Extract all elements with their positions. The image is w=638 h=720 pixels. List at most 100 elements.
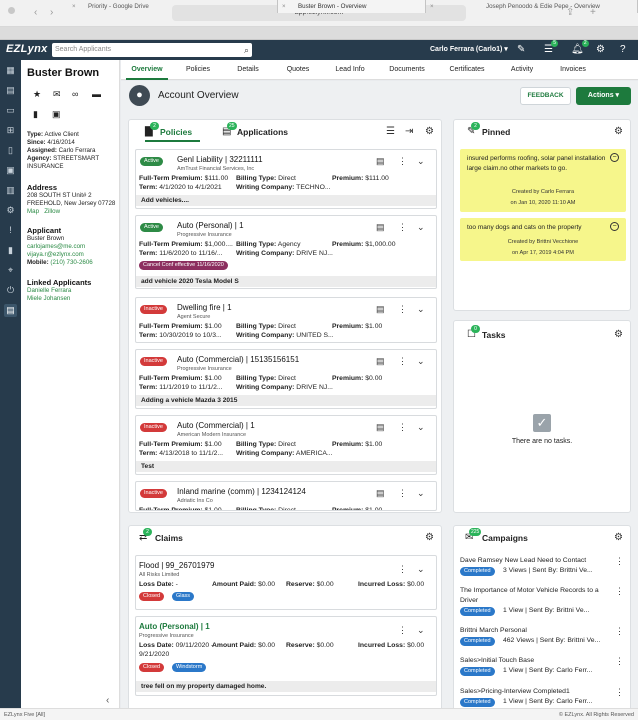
settings-icon[interactable]: ⚙ — [4, 204, 17, 217]
browser-tab-active[interactable]: × Buster Brown - Overview — [278, 0, 426, 13]
magic-wand-icon[interactable]: ✎ — [517, 43, 525, 57]
location-icon[interactable]: ⌖ — [4, 264, 17, 277]
star-icon[interactable]: ★ — [33, 89, 41, 100]
dashboard-icon[interactable]: ▦ — [4, 64, 17, 77]
actions-button[interactable]: Actions ▾ — [576, 87, 631, 105]
email-link[interactable]: carlojames@me.com — [27, 243, 119, 251]
unpin-icon[interactable]: − — [610, 153, 619, 162]
tab-documents[interactable]: Documents — [384, 60, 430, 80]
chevron-down-icon[interactable]: ⌄ — [417, 488, 425, 499]
logo[interactable]: EZLynx — [6, 43, 48, 55]
policies-tab[interactable]: Policies — [160, 127, 192, 137]
link-icon[interactable]: ∞ — [72, 89, 78, 99]
hierarchy-icon[interactable]: ⊞ — [4, 124, 17, 137]
more-vertical-icon[interactable]: ⋮ — [615, 586, 624, 597]
browser-tab[interactable]: × Priority - Google Drive — [68, 0, 278, 13]
campaign-item[interactable]: Sales>Initial Touch Base Completed 1 Vie… — [459, 655, 627, 679]
clipboard-icon[interactable]: ▤ — [376, 488, 385, 499]
search-input[interactable]: Search Applicants ⌕ — [52, 43, 252, 57]
sort-icon[interactable]: ☰ — [386, 126, 395, 137]
chevron-down-icon[interactable]: ⌄ — [417, 356, 425, 367]
campaign-item[interactable]: Brittni March Personal Completed 462 Vie… — [459, 625, 627, 649]
clipboard-icon[interactable]: ▤ — [376, 222, 385, 233]
unpin-icon[interactable]: − — [610, 222, 619, 231]
more-vertical-icon[interactable]: ⋮ — [615, 656, 624, 667]
more-vertical-icon[interactable]: ⋮ — [398, 488, 407, 499]
browser-tab[interactable]: × Joseph Penoodo & Edie Pepe - Overview — [426, 0, 638, 13]
claim-card[interactable]: Auto (Personal) | 1 Progressive Insuranc… — [135, 616, 437, 696]
policy-card[interactable]: Active Auto (Personal) | 1 Progressive I… — [135, 215, 437, 289]
policy-title[interactable]: Inland marine (comm) | 1234124124 — [177, 487, 306, 496]
forward-icon[interactable]: › — [50, 6, 53, 20]
more-vertical-icon[interactable]: ⋮ — [398, 625, 407, 636]
claim-title[interactable]: Auto (Personal) | 1 — [139, 622, 210, 631]
policy-title[interactable]: Auto (Personal) | 1 — [177, 221, 244, 230]
gear-icon[interactable]: ⚙ — [425, 532, 434, 543]
campaign-item[interactable]: The Importance of Motor Vehicle Records … — [459, 585, 627, 619]
email-link[interactable]: vijaya.r@ezlynx.com — [27, 251, 119, 259]
zillow-link[interactable]: Zillow — [44, 208, 60, 215]
help-icon[interactable]: ? — [620, 43, 626, 57]
chevron-down-icon[interactable]: ⌄ — [417, 422, 425, 433]
chevron-down-icon[interactable]: ⌄ — [417, 156, 425, 167]
policy-title[interactable]: Auto (Commercial) | 1 — [177, 421, 255, 430]
tab-lead-info[interactable]: Lead Info — [328, 60, 372, 80]
clipboard-icon[interactable]: ▤ — [376, 422, 385, 433]
policy-card[interactable]: Inactive Inland marine (comm) | 12341241… — [135, 481, 437, 511]
search-icon[interactable]: ⌕ — [244, 43, 249, 57]
document-icon[interactable]: ▯ — [4, 144, 17, 157]
book-icon[interactable]: ▮ — [4, 244, 17, 257]
export-icon[interactable]: ⇥ — [405, 126, 413, 137]
policy-card[interactable]: Inactive Dwelling fire | 1 Agent Secure … — [135, 297, 437, 343]
tab-policies[interactable]: Policies — [178, 60, 218, 80]
bell-icon[interactable]: 🔔︎ 2 — [571, 40, 589, 57]
clipboard-icon[interactable]: ▮ — [33, 109, 38, 120]
policy-card[interactable]: Inactive Auto (Commercial) | 1 American … — [135, 415, 437, 475]
list-icon[interactable]: ☰ 5 — [544, 40, 558, 57]
window-close-icon[interactable] — [8, 7, 15, 14]
more-vertical-icon[interactable]: ⋮ — [398, 564, 407, 575]
calendar-icon[interactable]: ▣ — [4, 164, 17, 177]
more-vertical-icon[interactable]: ⋮ — [398, 356, 407, 367]
gear-icon[interactable]: ⚙ — [425, 126, 434, 137]
contacts-icon[interactable]: ▤ — [4, 84, 17, 97]
clipboard-icon[interactable]: ▤ — [376, 156, 385, 167]
chart-icon[interactable]: ▥ — [4, 184, 17, 197]
back-icon[interactable]: ‹ — [34, 6, 37, 20]
tab-quotes[interactable]: Quotes — [280, 60, 316, 80]
more-vertical-icon[interactable]: ⋮ — [615, 556, 624, 567]
gear-icon[interactable]: ⚙ — [614, 126, 623, 137]
tab-details[interactable]: Details — [230, 60, 266, 80]
more-vertical-icon[interactable]: ⋮ — [615, 687, 624, 698]
policy-card[interactable]: Active Genl Liability | 32211111 AmTrust… — [135, 149, 437, 209]
mail-icon[interactable]: ✉ — [53, 89, 61, 100]
more-vertical-icon[interactable]: ⋮ — [615, 626, 624, 637]
mobile-link[interactable]: (210) 730-2606 — [50, 259, 92, 266]
policy-card[interactable]: Inactive Auto (Commercial) | 15135156151… — [135, 349, 437, 409]
folder-icon[interactable]: ▭ — [4, 104, 17, 117]
map-link[interactable]: Map — [27, 208, 39, 215]
tab-invoices[interactable]: Invoices — [553, 60, 593, 80]
pinned-note[interactable]: too many dogs and cats on the property C… — [460, 218, 626, 261]
accounts-icon[interactable]: ▤ — [4, 304, 17, 317]
tab-overview[interactable]: Overview — [126, 60, 168, 80]
chevron-down-icon[interactable]: ⌄ — [417, 304, 425, 315]
user-menu[interactable]: Carlo Ferrara (Carlo1) ▾ — [430, 45, 508, 53]
tab-activity[interactable]: Activity — [504, 60, 540, 80]
gear-icon[interactable]: ⚙ — [614, 329, 623, 340]
chevron-down-icon[interactable]: ⌄ — [417, 564, 425, 575]
more-vertical-icon[interactable]: ⋮ — [398, 304, 407, 315]
feedback-button[interactable]: FEEDBACK — [520, 87, 571, 105]
policy-title[interactable]: Dwelling fire | 1 — [177, 303, 232, 312]
claim-card[interactable]: Flood | 99_26701979 All Risks Limited Lo… — [135, 555, 437, 610]
collapse-sidebar-icon[interactable]: ‹ — [106, 695, 109, 706]
applications-tab[interactable]: Applications — [237, 127, 288, 137]
more-vertical-icon[interactable]: ⋮ — [398, 422, 407, 433]
clipboard-icon[interactable]: ▤ — [376, 356, 385, 367]
tab-certificates[interactable]: Certificates — [442, 60, 492, 80]
campaign-item[interactable]: Sales>Pricing-Interview Completed1 Compl… — [459, 686, 627, 710]
clipboard-icon[interactable]: ▤ — [376, 304, 385, 315]
more-vertical-icon[interactable]: ⋮ — [398, 222, 407, 233]
more-vertical-icon[interactable]: ⋮ — [398, 156, 407, 167]
linked-applicant-link[interactable]: Danielle Ferrara — [27, 287, 119, 295]
